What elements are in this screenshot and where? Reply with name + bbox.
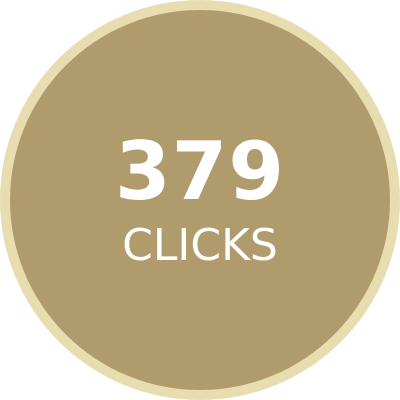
- click-label: CLICKS: [122, 220, 278, 271]
- click-counter-badge: 379 CLICKS: [0, 0, 400, 400]
- click-count: 379: [115, 125, 285, 218]
